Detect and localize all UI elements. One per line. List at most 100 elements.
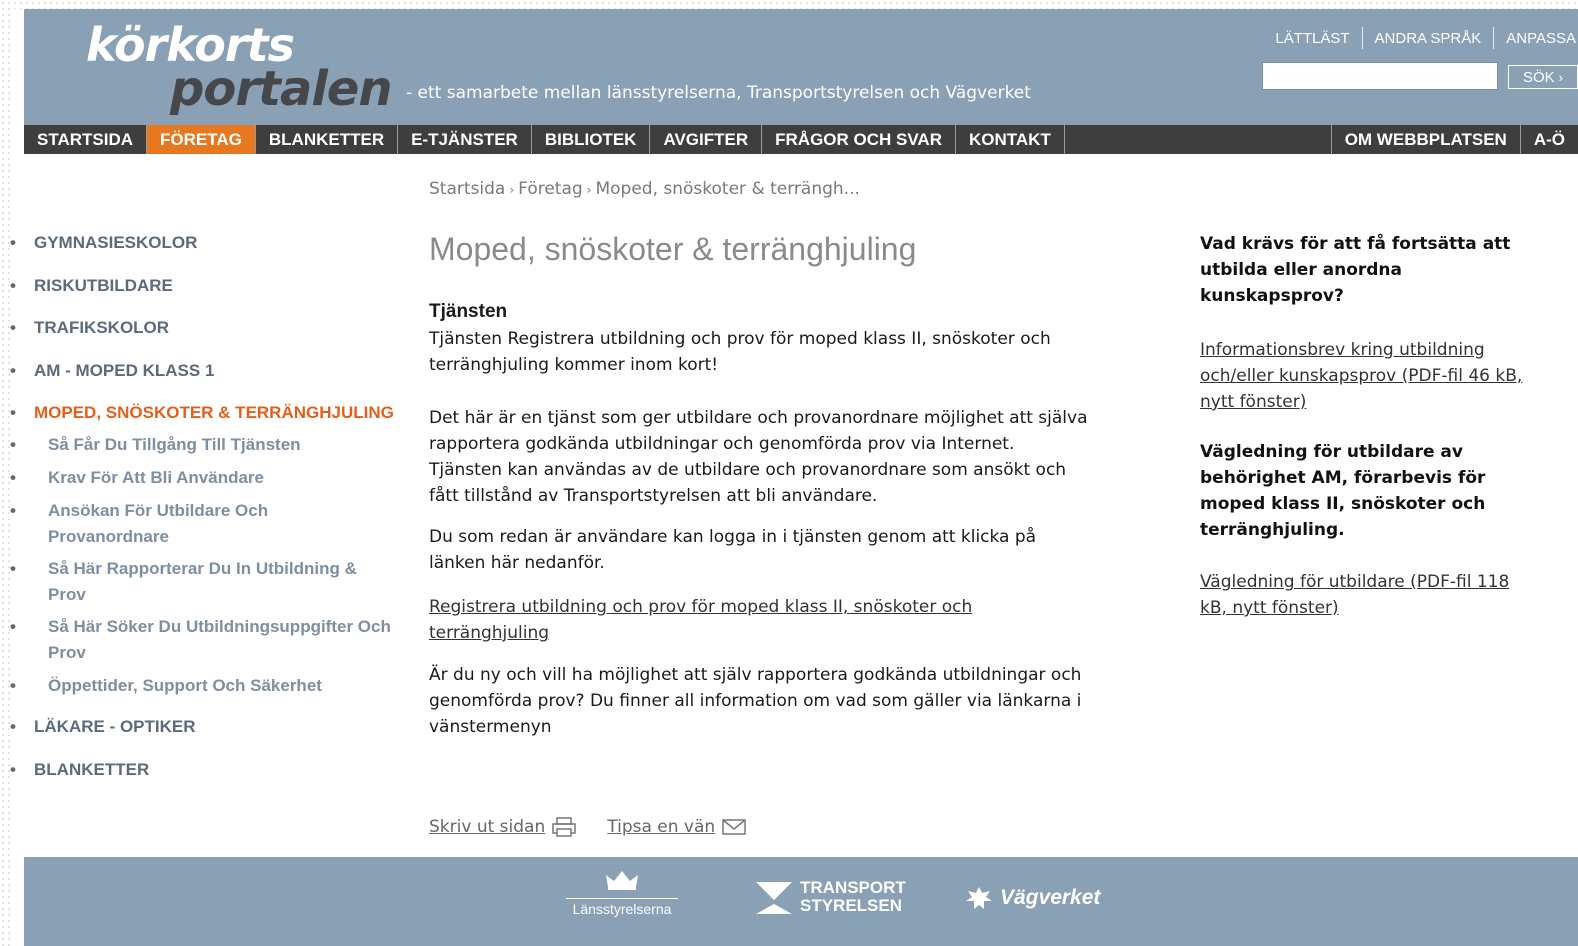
- nav-blanketter[interactable]: BLANKETTER: [256, 125, 399, 154]
- search-button-label: SÖK: [1522, 68, 1555, 86]
- paragraph-description: Det här är en tjänst som ger utbildare o…: [429, 405, 1174, 509]
- section-heading: Tjänsten: [429, 301, 508, 322]
- text-line: terränghjuling kommer inom kort!: [429, 355, 719, 375]
- nav-e-tjanster[interactable]: E-TJÄNSTER: [398, 125, 532, 154]
- submenu-label: Så Här Söker Du Utbildningsuppgifter Och…: [48, 614, 391, 666]
- guidance-link[interactable]: Vägledning för utbildare (PDF-fil 118 kB…: [1200, 569, 1570, 621]
- nav-bibliotek[interactable]: BIBLIOTEK: [532, 125, 651, 154]
- printer-icon: [552, 817, 576, 837]
- submenu-item-krav[interactable]: • Krav För Att Bli Användare: [10, 465, 264, 491]
- menu-item-trafikskolor[interactable]: • TRAFIKSKOLOR: [10, 318, 169, 338]
- bullet: •: [10, 676, 16, 695]
- link-line[interactable]: Informationsbrev kring utbildning: [1200, 340, 1485, 360]
- nav-right: OM WEBBPLATSEN A-Ö: [1330, 125, 1578, 154]
- bullet: •: [10, 617, 16, 636]
- tagline: - ett samarbete mellan länsstyrelserna, …: [406, 83, 1031, 103]
- menu-item-am-moped[interactable]: • AM - MOPED KLASS 1: [10, 361, 214, 381]
- text-line: Tjänsten kan användas av de utbildare oc…: [429, 460, 1067, 480]
- right-heading-2: Vägledning för utbildare av behörighet A…: [1200, 439, 1570, 543]
- heading-line: kunskapsprov?: [1200, 286, 1344, 306]
- heading-line: utbilda eller anordna: [1200, 260, 1403, 280]
- transportstyrelsen-mark-icon: [756, 882, 792, 914]
- logo-text: Länsstyrelserna: [572, 901, 672, 917]
- submenu-label: Krav För Att Bli Användare: [48, 468, 265, 487]
- submenu-item-soker[interactable]: • Så Här Söker Du Utbildningsuppgifter Oc…: [10, 614, 391, 666]
- top-border-pattern: [0, 0, 1578, 9]
- site-header: körkorts portalen - ett samarbete mellan…: [24, 9, 1578, 125]
- submenu-item-tillgang[interactable]: • Så Får Du Tillgång Till Tjänsten: [10, 432, 301, 458]
- bullet: •: [10, 559, 16, 578]
- search-button[interactable]: SÖK ›: [1508, 65, 1578, 89]
- menu-label: MOPED, SNÖSKOTER & TERRÄNGHJULING: [34, 403, 394, 422]
- nav-avgifter[interactable]: AVGIFTER: [650, 125, 763, 154]
- print-page-link[interactable]: Skriv ut sidan: [429, 817, 577, 837]
- menu-item-gymnasieskolor[interactable]: • GYMNASIESKOLOR: [10, 233, 197, 253]
- left-border-pattern: [0, 0, 10, 946]
- nav-startsida[interactable]: STARTSIDA: [24, 125, 148, 154]
- link-line[interactable]: terränghjuling: [429, 623, 549, 643]
- menu-label: LÄKARE - OPTIKER: [34, 717, 196, 736]
- menu-item-moped-snoskoter[interactable]: • MOPED, SNÖSKOTER & TERRÄNGHJULING: [10, 403, 394, 423]
- main-nav: STARTSIDA FÖRETAG BLANKETTER E-TJÄNSTER …: [24, 125, 1578, 154]
- link-line[interactable]: Registrera utbildning och prov för moped…: [429, 597, 972, 617]
- link-line[interactable]: nytt fönster): [1200, 392, 1306, 412]
- tips-label: Tipsa en vän: [607, 817, 716, 837]
- search-input[interactable]: [1262, 62, 1498, 90]
- top-links: LÄTTLÄST ANDRA SPRÅK ANPASSA: [1263, 27, 1576, 49]
- nav-foretag[interactable]: FÖRETAG: [147, 125, 256, 154]
- menu-label: TRAFIKSKOLOR: [34, 318, 170, 337]
- text-line: Det här är en tjänst som ger utbildare o…: [429, 408, 1088, 428]
- breadcrumb-startsida[interactable]: Startsida: [429, 179, 505, 199]
- page-tools: Skriv ut sidan Tipsa en vän: [429, 817, 747, 837]
- text-line: Tjänsten Registrera utbildning och prov …: [429, 329, 1051, 349]
- submenu-label-line: Så Här Söker Du Utbildningsuppgifter Och: [48, 617, 391, 636]
- text-line: fått tillstånd av Transportstyrelsen att…: [429, 486, 878, 506]
- breadcrumb-separator: ›: [509, 183, 515, 197]
- menu-label: GYMNASIESKOLOR: [34, 233, 198, 252]
- submenu-label-line: Så Här Rapporterar Du In Utbildning &: [48, 559, 357, 578]
- link-lattlast[interactable]: LÄTTLÄST: [1263, 30, 1361, 47]
- heading-line: terränghjuling.: [1200, 520, 1345, 540]
- nav-om-webbplatsen[interactable]: OM WEBBPLATSEN: [1330, 125, 1520, 154]
- paragraph-intro: Tjänsten Registrera utbildning och prov …: [429, 326, 1174, 378]
- breadcrumb-foretag[interactable]: Företag: [518, 179, 583, 199]
- submenu-item-rapporterar[interactable]: • Så Här Rapporterar Du In Utbildning & Pr…: [10, 556, 357, 608]
- submenu-item-ansokan[interactable]: • Ansökan För Utbildare Och Provanordnare: [10, 498, 268, 550]
- link-andra-sprak[interactable]: ANDRA SPRÅK: [1363, 30, 1494, 47]
- info-letter-link[interactable]: Informationsbrev kring utbildning och/el…: [1200, 337, 1570, 415]
- chevron-right-icon: ›: [1558, 69, 1564, 85]
- submenu-label-line: Prov: [48, 585, 86, 604]
- breadcrumb: Startsida › Företag › Moped, snöskoter & ter…: [429, 179, 860, 199]
- bullet: •: [10, 233, 16, 252]
- vagverket-logo[interactable]: Vägverket: [964, 885, 1100, 911]
- logo-portalen[interactable]: portalen: [170, 59, 393, 119]
- heading-line: behörighet AM, förarbevis för: [1200, 468, 1486, 488]
- bullet: •: [10, 318, 16, 337]
- nav-a-o[interactable]: A-Ö: [1519, 125, 1578, 154]
- nav-kontakt[interactable]: KONTAKT: [956, 125, 1065, 154]
- page: körkorts portalen - ett samarbete mellan…: [10, 9, 1578, 946]
- bullet: •: [10, 501, 16, 520]
- link-line[interactable]: kB, nytt fönster): [1200, 598, 1339, 618]
- transportstyrelsen-logo[interactable]: TRANSPORT STYRELSEN: [756, 879, 906, 915]
- lansstyrelserna-logo[interactable]: Länsstyrelserna: [560, 867, 684, 917]
- link-line[interactable]: och/eller kunskapsprov (PDF-fil 46 kB,: [1200, 366, 1522, 386]
- submenu-item-oppettider[interactable]: • Öppettider, Support Och Säkerhet: [10, 673, 322, 699]
- link-anpassa[interactable]: ANPASSA: [1494, 30, 1576, 47]
- heading-line: moped klass II, snöskoter och: [1200, 494, 1486, 514]
- nav-fragor-och-svar[interactable]: FRÅGOR OCH SVAR: [762, 125, 956, 154]
- submenu-label: Öppettider, Support Och Säkerhet: [48, 676, 322, 695]
- text-line: länken här nedanför.: [429, 553, 605, 573]
- register-link[interactable]: Registrera utbildning och prov för moped…: [429, 594, 1174, 646]
- tips-friend-link[interactable]: Tipsa en vän: [607, 817, 747, 837]
- menu-item-blanketter[interactable]: • BLANKETTER: [10, 760, 149, 780]
- text-line: rapportera godkända utbildningar och gen…: [429, 434, 1015, 454]
- menu-item-riskutbildare[interactable]: • RISKUTBILDARE: [10, 276, 173, 296]
- paragraph-new-user: Är du ny och vill ha möjlighet att själv…: [429, 662, 1174, 740]
- text-line: vänstermenyn: [429, 717, 552, 737]
- link-line[interactable]: Vägledning för utbildare (PDF-fil 118: [1200, 572, 1509, 592]
- text-line: Är du ny och vill ha möjlighet att själv…: [429, 665, 1082, 685]
- logo-text: STYRELSEN: [800, 896, 903, 915]
- menu-item-lakare-optiker[interactable]: • LÄKARE - OPTIKER: [10, 717, 196, 737]
- heading-line: Vad krävs för att få fortsätta att: [1200, 234, 1511, 254]
